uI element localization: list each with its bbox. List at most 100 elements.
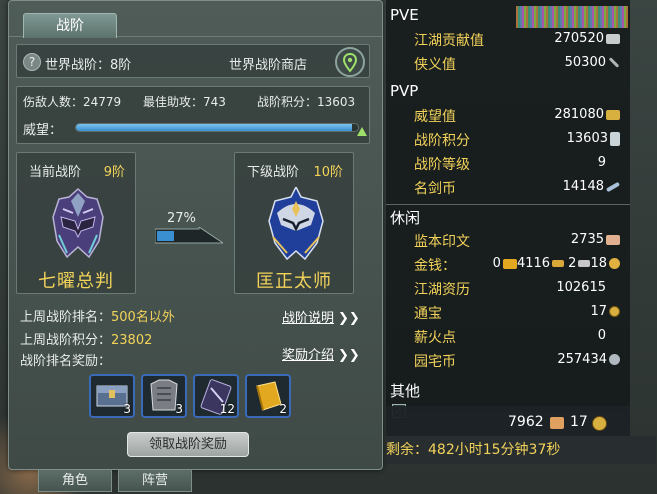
last-week-points-value: 23802	[111, 333, 153, 348]
pvp-item-label: 名剑币	[414, 181, 456, 197]
reward-slot-2[interactable]: 3	[141, 374, 187, 418]
rank-progress-arrow	[154, 226, 225, 245]
status-strip: 7962 17	[386, 406, 630, 436]
currency-overlay: PVE 江湖贡献值 270520 侠义值 50300 PVP 威望值 28108…	[386, 0, 630, 412]
world-rank-shop-link[interactable]: 世界战阶商店	[229, 54, 307, 73]
pve-item-value: 50300	[565, 55, 620, 70]
leisure-item-number: 17	[590, 304, 607, 319]
double-chevron-right-icon: ❯❯	[338, 348, 360, 363]
rank-info-link[interactable]: 战阶说明 ❯❯	[282, 307, 360, 326]
sword-icon	[605, 181, 621, 192]
status-value-b: 17	[570, 414, 588, 430]
current-rank-name: 七曜总判	[38, 271, 114, 292]
leisure-header: 休闲	[390, 209, 421, 227]
pvp-header: PVP	[390, 82, 419, 100]
location-pin-icon[interactable]	[335, 47, 365, 77]
world-rank-text: 世界战阶：8阶	[45, 58, 132, 73]
pvp-item-value: 13603	[567, 131, 620, 146]
tab-camp[interactable]: 阵营	[118, 470, 192, 492]
pve-header: PVE	[390, 6, 419, 24]
reward-slot-3[interactable]: 12	[193, 374, 239, 418]
helmet-icon	[267, 185, 325, 267]
pvp-item-number: 13603	[566, 131, 608, 146]
reward-count: 2	[279, 402, 287, 416]
reward-count: 12	[219, 402, 235, 416]
rank-info-link-text[interactable]: 战阶说明	[282, 311, 334, 326]
coin-icon	[592, 416, 607, 431]
copper-coin-icon	[609, 258, 620, 269]
last-week-rank: 上周战阶排名：500名以外	[20, 306, 175, 325]
rank-points: 战阶积分：13603	[257, 95, 356, 109]
last-week-rank-value: 500名以外	[111, 310, 175, 325]
boot-icon	[550, 417, 564, 429]
reward-info-link-text[interactable]: 奖励介绍	[282, 348, 334, 363]
status-value-a: 7962	[508, 414, 544, 430]
money-silver: 2	[568, 256, 577, 271]
prestige-marker-icon	[357, 127, 367, 136]
enemies-defeated: 伤敌人数：24779	[23, 95, 122, 109]
pvp-item-value: 9	[597, 155, 606, 170]
rank-progress-percent: 27%	[167, 211, 196, 226]
leisure-item-value: 2735	[571, 232, 620, 247]
pve-item-number: 270520	[554, 31, 604, 46]
leisure-item-label: 薪火点	[414, 330, 456, 346]
leisure-item-label: 园宅币	[414, 354, 456, 370]
prestige-icon	[606, 109, 620, 120]
pvp-item-number: 14148	[562, 179, 604, 194]
tongbao-coin-icon	[609, 306, 620, 317]
sword-icon	[608, 57, 620, 68]
window-tab-bar: 战阶	[9, 1, 382, 38]
leisure-item-number: 2735	[570, 232, 604, 247]
seal-icon	[606, 234, 620, 245]
tab-rank[interactable]: 战阶	[23, 13, 117, 38]
next-rank-card: 下级战阶 10阶 匡正太师	[234, 152, 354, 294]
reward-count: 3	[175, 402, 183, 416]
reward-slot-1[interactable]: 3	[89, 374, 135, 418]
gold-brick-icon	[502, 258, 517, 269]
next-rank-title: 下级战阶	[247, 165, 300, 180]
leisure-item-value: 102615	[556, 280, 606, 295]
money-copper: 18	[590, 256, 607, 271]
tab-character[interactable]: 角色	[38, 470, 112, 492]
leisure-item-label: 通宝	[414, 306, 442, 322]
double-chevron-right-icon: ❯❯	[338, 311, 360, 326]
next-rank-name: 匡正太师	[256, 271, 332, 292]
leisure-item-number: 257434	[557, 352, 607, 367]
rank-reward-label: 战阶排名奖励：	[20, 354, 112, 369]
prestige-bar-fill	[76, 124, 353, 131]
prestige-bar	[75, 123, 359, 132]
pvp-item-value: 281080	[554, 107, 620, 122]
current-rank-title: 当前战阶	[29, 165, 82, 180]
remaining-time: 剩余：482小时15分钟37秒	[386, 436, 656, 464]
help-icon[interactable]: ?	[23, 53, 41, 71]
leisure-item-value: 17	[590, 304, 620, 319]
pve-item-label: 侠义值	[414, 57, 456, 73]
leisure-item-label: 监本印文	[414, 234, 470, 250]
pvp-item-label: 战阶等级	[414, 157, 470, 173]
last-week-points: 上周战阶积分：23802	[20, 329, 152, 348]
money-label: 金钱：	[414, 258, 456, 274]
pve-item-value: 270520	[554, 31, 620, 46]
leisure-item-label: 江湖资历	[414, 282, 470, 298]
money-value: 0 4116 2 18	[493, 256, 620, 271]
claim-rank-reward-button[interactable]: 领取战阶奖励	[127, 432, 249, 457]
decorative-stripes	[516, 6, 628, 28]
last-week-points-label: 上周战阶积分：	[20, 333, 112, 348]
reward-slot-4[interactable]: 2	[245, 374, 291, 418]
next-rank-level: 10阶	[313, 165, 343, 180]
leisure-item-value: 257434	[557, 352, 620, 367]
pvp-item-label: 战阶积分	[414, 133, 470, 149]
section-divider	[386, 204, 630, 205]
home-coin-icon	[609, 354, 620, 365]
current-rank-card: 当前战阶 9阶 七曜总判	[16, 152, 136, 294]
gold-ingot-icon	[552, 260, 565, 267]
money-gold: 4116	[516, 256, 551, 271]
pvp-item-value: 14148	[562, 179, 621, 194]
leisure-item-value: 0	[597, 328, 606, 343]
other-header: 其他	[390, 382, 421, 400]
prestige-label: 威望：	[23, 123, 63, 138]
reward-info-link[interactable]: 奖励介绍 ❯❯	[282, 344, 360, 363]
pvp-item-label: 威望值	[414, 109, 456, 125]
money-zero: 0	[492, 256, 501, 271]
combat-stats-panel: 伤敌人数：24779 最佳助攻：743 战阶积分：13603 威望：	[16, 86, 370, 144]
